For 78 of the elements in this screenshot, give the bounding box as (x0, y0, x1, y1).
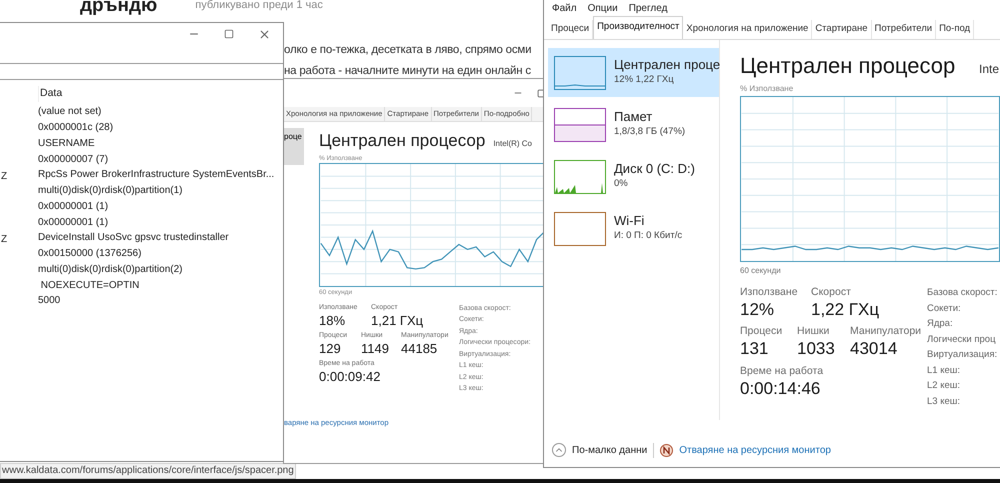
stat-label: Скорост (811, 285, 852, 299)
post-text-line: на работа - началните минути на един онлайн с (284, 64, 531, 79)
address-field[interactable] (0, 63, 283, 80)
value-data: 0x00000007 (7) (38, 152, 108, 167)
detail-label: L2 кеш: (927, 379, 962, 393)
stat-value: 18% (319, 312, 346, 329)
stat-value: 44185 (401, 340, 438, 357)
value-data: 5000 (38, 294, 60, 308)
value-data: 0x00000001 (1) (38, 216, 108, 230)
stat-value: 12% (740, 299, 776, 320)
menu-item[interactable]: Файл (552, 1, 577, 16)
panel-heading: Централен процесор (740, 52, 956, 80)
stat-value: 1033 (797, 338, 836, 360)
menu-item[interactable]: Опции (588, 1, 618, 16)
tab[interactable]: По-под (936, 20, 974, 39)
post-text-line: олко е по-тежка, десетката в ляво, спрямо осми (284, 43, 532, 58)
detail-label: Сокети: (927, 302, 962, 316)
item-name: Диск 0 (C: D:) (614, 161, 695, 178)
fewer-details-button[interactable]: По-малко данни (572, 442, 654, 458)
value-data: RpcSs Power BrokerInfrastructure SystemEventsBr... (38, 168, 274, 182)
stat-label: Манипулатори (850, 324, 922, 338)
tab[interactable]: Стартиране (812, 20, 872, 39)
stat-value: 43014 (850, 338, 898, 360)
detail-label: L3 кеш: (927, 394, 962, 408)
time-span-label: 60 секунди (740, 265, 782, 277)
value-data: multi(0)disk(0)rdisk(0)partition(2) (38, 262, 182, 277)
resource-monitor-link[interactable]: Отваряне на ресурсния монитор (679, 442, 831, 458)
item-detail: 1,8/3,8 ГБ (47%) (614, 125, 686, 140)
stat-label: Време на работа (740, 364, 824, 378)
cpu-model: Intel(R) Co (493, 138, 532, 150)
stat-value: 1,21 ГХц (371, 312, 424, 329)
menu-item[interactable]: Преглед (628, 1, 668, 16)
value-type-fragment: Z (1, 234, 8, 245)
value-type-fragment: Z (1, 170, 8, 182)
detail-label: Логически проц (927, 332, 997, 346)
value-data: 0x00150000 (1376256) (38, 247, 142, 262)
tab[interactable]: Потребители (872, 20, 936, 39)
maximize-icon[interactable] (224, 29, 234, 39)
value-data: 0x0000001c (28) (38, 121, 114, 136)
sidebar-item[interactable]: роце (284, 128, 304, 165)
stat-value: 131 (740, 338, 770, 360)
item-detail: И: 0 П: 0 Кбит/с (614, 229, 682, 244)
collapse-icon[interactable] (552, 443, 566, 457)
tab[interactable]: Производителност (593, 16, 684, 39)
stat-label: Процеси (740, 324, 784, 338)
resource-monitor-icon (660, 444, 674, 456)
item-name: Централен проце (614, 57, 720, 74)
graph-label: % Използване (740, 83, 794, 95)
value-data: multi(0)disk(0)rdisk(0)partition(1) (38, 184, 182, 198)
value-data: NOEXECUTE=OPTIN (40, 278, 140, 293)
tab[interactable]: Хронология на приложение (683, 20, 812, 39)
panel-heading: Централен процесор (319, 130, 486, 152)
performance-item[interactable]: Централен проце 12% 1,22 ГХц (548, 48, 719, 97)
stat-value: 0:00:14:46 (740, 378, 822, 399)
value-data: DeviceInstall UsoSvc gpsvc trustedinstaller (38, 231, 229, 246)
post-time: публикувано преди 1 час (195, 0, 323, 13)
close-icon[interactable] (258, 28, 271, 40)
item-name: Памет (614, 109, 654, 126)
stat-label: Нишки (797, 324, 830, 338)
item-name: Wi-Fi (614, 213, 646, 230)
stat-value: 0:00:09:42 (319, 369, 380, 386)
item-detail: 0% (614, 177, 629, 192)
status-url: www.kaldata.com/forums/applications/core/interface/js/spacer.png (0, 462, 296, 478)
stat-value: 1,22 ГХц (811, 299, 880, 320)
detail-label: Базова скорост: (927, 286, 998, 300)
value-data: (value not set) (38, 105, 102, 120)
detail-label: Виртуализация: (927, 348, 998, 362)
post-author[interactable]: дръндю (80, 0, 158, 14)
value-data: 0x00000001 (1) (38, 200, 108, 214)
item-detail: 12% 1,22 ГХц (614, 73, 675, 88)
value-data: USERNAME (38, 136, 95, 151)
stat-value: 1149 (361, 340, 390, 357)
stat-value: 129 (319, 340, 342, 357)
detail-label: Ядра: (927, 317, 954, 331)
stat-label: Използване (740, 285, 799, 299)
column-header[interactable]: Data (38, 86, 268, 102)
cpu-model: Inte (978, 61, 999, 78)
detail-label: L1 кеш: (927, 364, 962, 378)
